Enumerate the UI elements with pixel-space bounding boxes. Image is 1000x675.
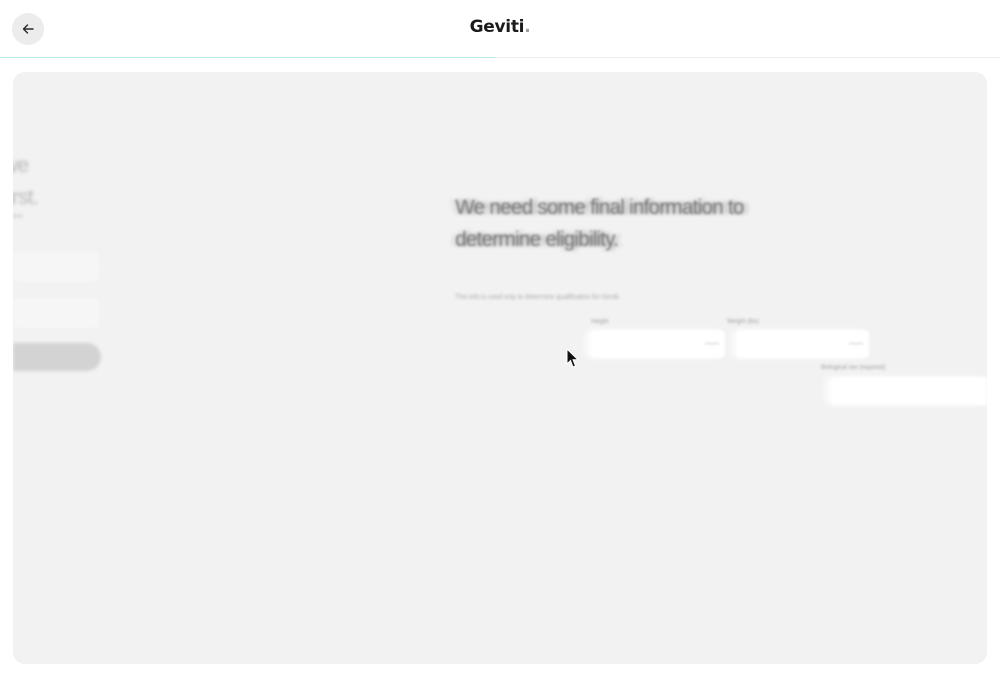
- logo-text: Geviti: [469, 17, 525, 37]
- brand-logo: Geviti.: [0, 17, 1000, 37]
- step-subtitle: This info is used only to determine qual…: [455, 294, 620, 301]
- form-card: we first. We need some final information…: [13, 72, 987, 664]
- eligibility-step-panel: We need some final information to determ…: [13, 72, 987, 664]
- weight-label: Weight (lbs): [727, 319, 759, 325]
- weight-input[interactable]: [737, 330, 869, 358]
- weight-unit-dash: [849, 343, 863, 344]
- progress-fill: [0, 57, 495, 58]
- height-unit-dash: [705, 343, 719, 344]
- progress-bar: [0, 57, 1000, 58]
- logo-dot: .: [524, 17, 531, 37]
- sex-select[interactable]: [831, 377, 987, 405]
- top-bar: Geviti.: [0, 0, 1000, 58]
- mouse-cursor-icon: [566, 348, 580, 368]
- height-label: Height: [591, 319, 609, 325]
- sex-label: Biological sex (required): [821, 365, 886, 371]
- step-heading: We need some final information to determ…: [455, 196, 744, 251]
- height-input[interactable]: [591, 330, 725, 358]
